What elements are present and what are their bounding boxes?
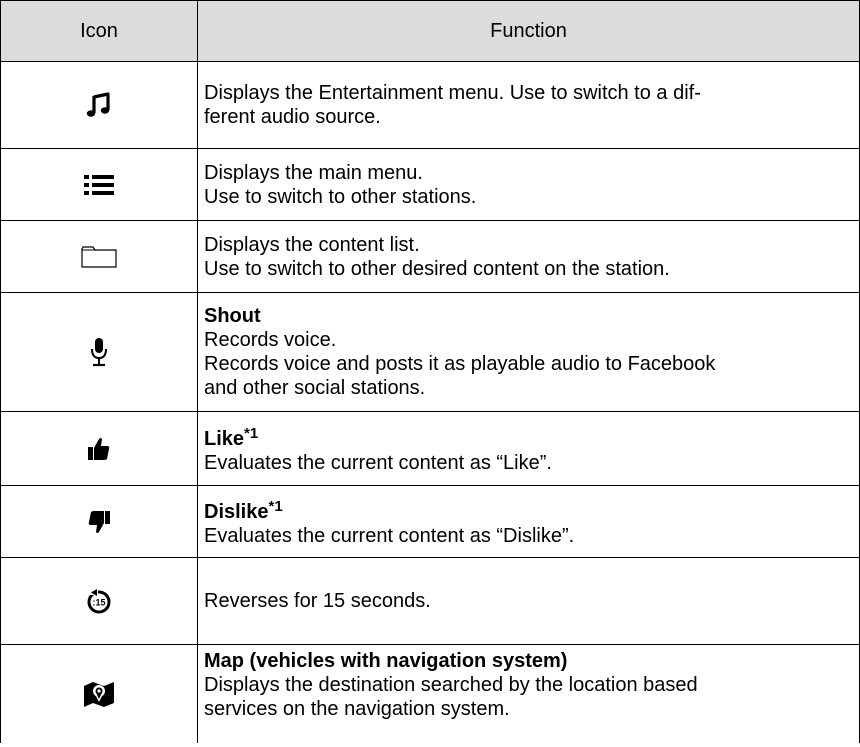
footnote-mark: *1	[268, 498, 283, 515]
folder-icon	[81, 246, 117, 268]
function-cell: Displays the main menu. Use to switch to…	[197, 148, 860, 221]
table-row: Like*1 Evaluates the current content as …	[0, 411, 860, 486]
table-row: Displays the content list. Use to switch…	[0, 220, 860, 293]
description-line: Displays the Entertainment menu. Use to …	[204, 82, 701, 104]
table-header-row: Icon Function	[0, 0, 860, 62]
function-cell: Dislike*1 Evaluates the current content …	[197, 485, 860, 558]
function-cell: Shout Records voice. Records voice and p…	[197, 292, 860, 412]
thumbs-up-icon	[87, 437, 111, 460]
description-line: Evaluates the current content as “Dislik…	[204, 525, 575, 547]
table-row: Displays the Entertainment menu. Use to …	[0, 61, 860, 149]
rewind-15-icon-label: :15	[92, 598, 105, 608]
table-row: Map (vehicles with navigation system) Di…	[0, 644, 860, 743]
icon-cell	[0, 220, 198, 293]
function-table: Icon Function Displays the Entertainment…	[0, 0, 860, 743]
microphone-icon	[89, 338, 109, 367]
table-row: :15 Reverses for 15 seconds.	[0, 557, 860, 645]
entry-title-line: Dislike*1	[204, 495, 851, 524]
description-line: Evaluates the current content as “Like”.	[204, 452, 552, 474]
table-row: Displays the main menu. Use to switch to…	[0, 148, 860, 221]
icon-cell	[0, 485, 198, 558]
entry-title: Like	[204, 428, 245, 450]
icon-column-header: Icon	[0, 0, 198, 62]
icon-cell	[0, 148, 198, 221]
description-line: Records voice and posts it as playable a…	[204, 353, 716, 375]
entry-title: Dislike	[204, 501, 269, 523]
function-cell-content: Map (vehicles with navigation system) Di…	[204, 645, 851, 743]
rewind-15-icon: :15	[86, 589, 112, 614]
list-menu-icon	[83, 173, 115, 195]
icon-cell	[0, 61, 198, 149]
icon-cell	[0, 644, 198, 743]
description-line: Displays the content list.	[204, 233, 420, 256]
description-line: Displays the destination searched by the…	[204, 674, 698, 696]
description-line: Displays the main menu.	[204, 161, 423, 184]
function-cell: Reverses for 15 seconds.	[197, 557, 860, 645]
music-note-icon	[86, 92, 112, 117]
table-row: Dislike*1 Evaluates the current content …	[0, 485, 860, 558]
description-line: Use to switch to other desired content o…	[204, 257, 670, 280]
function-cell: Displays the Entertainment menu. Use to …	[197, 61, 860, 149]
function-cell: Displays the content list. Use to switch…	[197, 220, 860, 293]
map-pin-icon	[83, 682, 115, 707]
icon-cell	[0, 292, 198, 412]
description-line: Use to switch to other stations.	[204, 185, 477, 208]
description-line: and other social stations.	[204, 377, 426, 399]
entry-title: Map (vehicles with navigation system)	[204, 650, 568, 672]
function-cell: Like*1 Evaluates the current content as …	[197, 411, 860, 486]
description-line: Reverses for 15 seconds.	[204, 590, 431, 612]
icon-cell: :15	[0, 557, 198, 645]
function-column-header: Function	[197, 0, 860, 62]
description-line: services on the navigation system.	[204, 698, 510, 720]
table-row: Shout Records voice. Records voice and p…	[0, 292, 860, 412]
icon-cell	[0, 411, 198, 486]
thumbs-down-icon	[87, 510, 111, 533]
function-cell: Map (vehicles with navigation system) Di…	[197, 644, 860, 743]
entry-title-line: Like*1	[204, 422, 851, 451]
footnote-mark: *1	[244, 425, 259, 442]
description-line: Records voice.	[204, 329, 337, 351]
entry-title: Shout	[204, 305, 261, 327]
description-line: ferent audio source.	[204, 106, 381, 128]
